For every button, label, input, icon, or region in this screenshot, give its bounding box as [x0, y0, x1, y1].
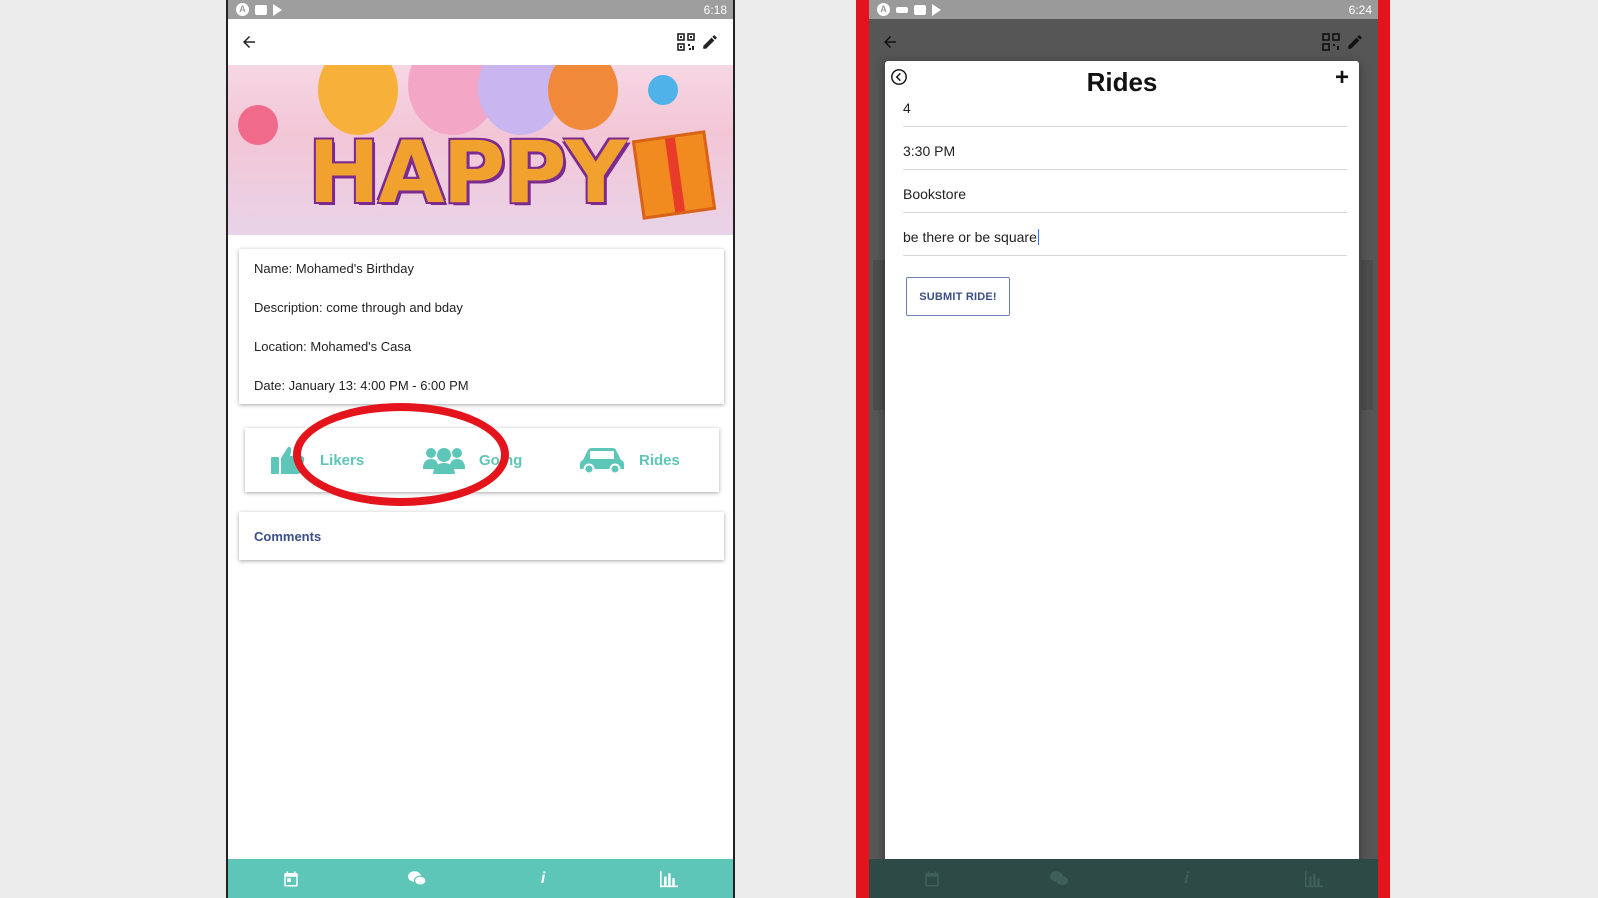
- edit-pencil-icon[interactable]: [1346, 33, 1364, 51]
- location-value: Bookstore: [903, 186, 967, 202]
- calendar-icon[interactable]: [282, 870, 300, 888]
- app-bar-actions: [1322, 33, 1364, 51]
- play-store-icon: [273, 3, 282, 16]
- app-bar: [869, 19, 1378, 65]
- event-location: Location: Mohamed's Casa: [254, 339, 412, 354]
- time-input[interactable]: 3:30 PM: [903, 128, 1347, 170]
- banner-happy-text: HAPPY: [308, 123, 627, 223]
- folder-icon: [255, 4, 267, 15]
- android-auto-icon: A: [236, 3, 249, 16]
- play-store-icon: [932, 3, 941, 16]
- back-arrow-icon[interactable]: [240, 33, 258, 51]
- bar-chart-icon[interactable]: [1304, 870, 1324, 888]
- car-icon: [580, 448, 624, 474]
- keyboard-icon: [896, 6, 908, 13]
- event-date: Date: January 13: 4:00 PM - 6:00 PM: [254, 378, 469, 393]
- text-cursor: [1037, 229, 1039, 245]
- right-phone-frame: A 6:24 Rides + 4 3:30 PM Bookstore be th…: [856, 0, 1390, 898]
- status-icons: A: [236, 3, 282, 16]
- info-icon[interactable]: i: [534, 870, 552, 888]
- event-banner-image: HAPPY: [228, 65, 733, 235]
- calendar-icon[interactable]: [923, 870, 941, 888]
- gift-box-graphic: [631, 130, 717, 220]
- status-icons: A: [877, 3, 941, 16]
- chat-icon[interactable]: [1049, 870, 1069, 888]
- app-bar: [228, 19, 733, 65]
- rides-button[interactable]: Rides: [579, 428, 680, 492]
- qr-code-icon[interactable]: [677, 33, 695, 51]
- status-time: 6:18: [703, 2, 727, 17]
- status-bar: A 6:24: [869, 0, 1378, 19]
- seats-value: 4: [903, 100, 911, 116]
- status-time: 6:24: [1348, 2, 1372, 17]
- app-bar-actions: [677, 33, 719, 51]
- bottom-navigation: i: [869, 859, 1378, 898]
- edit-pencil-icon[interactable]: [701, 33, 719, 51]
- right-phone-screen: A 6:24 Rides + 4 3:30 PM Bookstore be th…: [869, 0, 1378, 898]
- rides-modal: Rides + 4 3:30 PM Bookstore be there or …: [885, 61, 1359, 873]
- android-auto-icon: A: [877, 3, 890, 16]
- bar-chart-icon[interactable]: [659, 870, 679, 888]
- note-value: be there or be square: [903, 229, 1037, 245]
- info-icon[interactable]: i: [1178, 870, 1196, 888]
- comments-label: Comments: [254, 528, 322, 544]
- chat-icon[interactable]: [407, 870, 427, 888]
- event-name: Name: Mohamed's Birthday: [254, 261, 414, 276]
- seats-input[interactable]: 4: [903, 85, 1347, 127]
- note-input[interactable]: be there or be square: [903, 214, 1347, 256]
- time-value: 3:30 PM: [903, 143, 956, 159]
- event-info-card: Name: Mohamed's Birthday Description: co…: [239, 249, 724, 404]
- comments-section[interactable]: Comments: [239, 512, 724, 560]
- submit-ride-button[interactable]: SUBMIT RIDE!: [906, 277, 1010, 316]
- dimmed-background: [1361, 260, 1373, 410]
- folder-icon: [914, 4, 926, 15]
- rides-highlight-circle: [293, 403, 509, 506]
- rides-label: Rides: [639, 451, 680, 469]
- back-arrow-icon[interactable]: [881, 33, 899, 51]
- pickup-location-input[interactable]: Bookstore: [903, 171, 1347, 213]
- event-description: Description: come through and bday: [254, 300, 463, 315]
- status-bar: A 6:18: [228, 0, 733, 19]
- qr-code-icon[interactable]: [1322, 33, 1340, 51]
- bottom-navigation: i: [228, 859, 733, 898]
